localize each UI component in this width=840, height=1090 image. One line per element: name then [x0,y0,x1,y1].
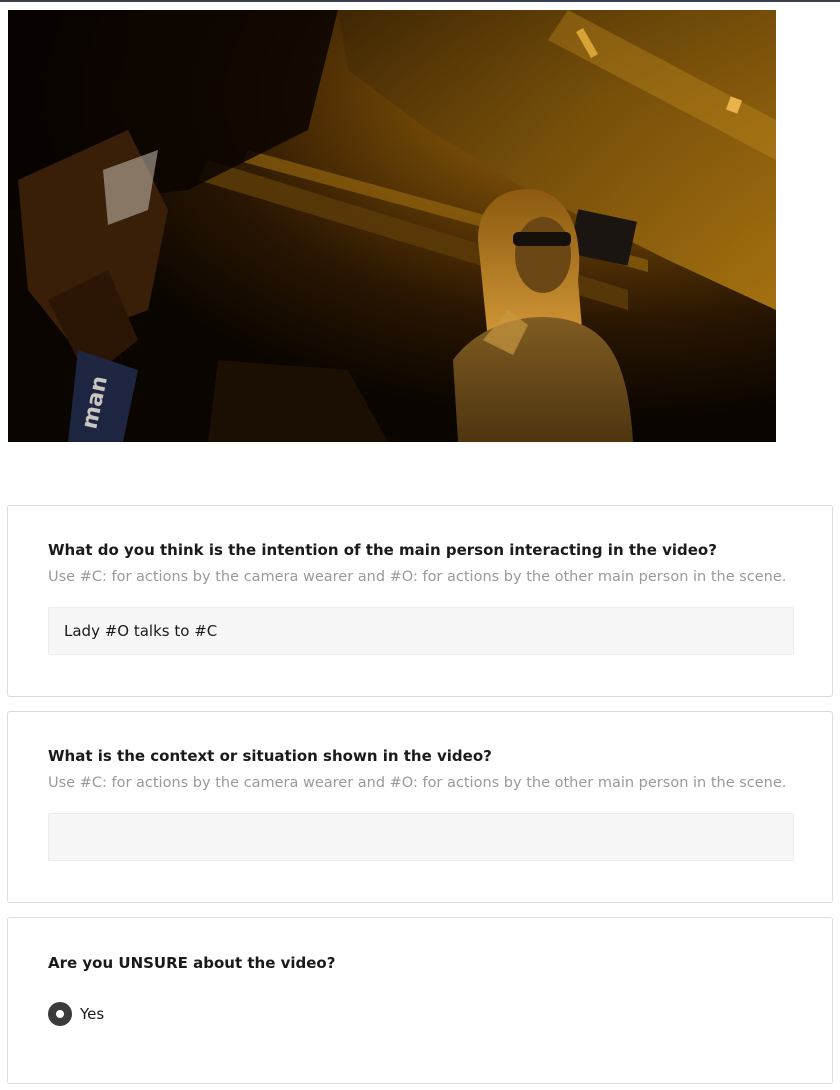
intention-input[interactable] [48,607,794,655]
question-card-context: What is the context or situation shown i… [7,711,833,903]
top-rule [0,0,840,2]
question-title: Are you UNSURE about the video? [48,954,336,972]
context-input[interactable] [48,813,794,861]
video-frame-image: man [8,10,776,442]
question-card-unsure: Are you UNSURE about the video? Yes [7,917,833,1084]
video-player[interactable]: man [8,10,776,442]
unsure-yes-option[interactable]: Yes [48,1002,104,1026]
question-hint: Use #C: for actions by the camera wearer… [48,775,787,791]
question-title: What is the context or situation shown i… [48,747,492,765]
radio-selected-icon[interactable] [48,1002,72,1026]
question-card-intention: What do you think is the intention of th… [7,505,833,697]
radio-label: Yes [80,1005,105,1023]
question-hint: Use #C: for actions by the camera wearer… [48,569,787,585]
question-title: What do you think is the intention of th… [48,541,717,559]
